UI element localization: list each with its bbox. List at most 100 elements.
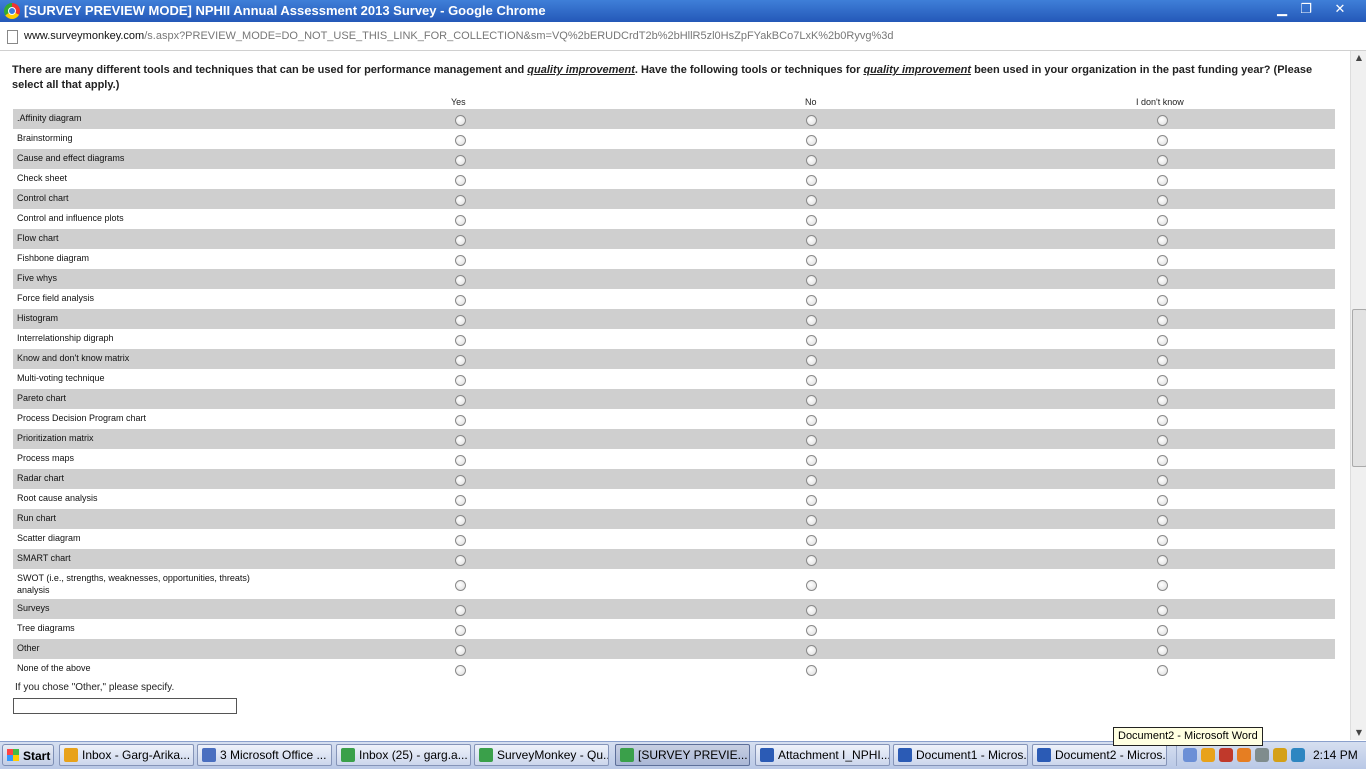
radio-no[interactable] bbox=[806, 435, 817, 446]
radio-no[interactable] bbox=[806, 605, 817, 616]
address-bar[interactable]: www.surveymonkey.com/s.aspx?PREVIEW_MODE… bbox=[0, 22, 1366, 51]
taskbar-item[interactable]: 3 Microsoft Office ... bbox=[197, 744, 332, 766]
radio-no[interactable] bbox=[806, 355, 817, 366]
security-shield-icon[interactable] bbox=[1219, 748, 1233, 762]
radio-dont-know[interactable] bbox=[1157, 580, 1168, 591]
radio-no[interactable] bbox=[806, 315, 817, 326]
maximize-button[interactable]: ❐ bbox=[1294, 1, 1318, 19]
start-button[interactable]: Start bbox=[2, 744, 54, 766]
radio-dont-know[interactable] bbox=[1157, 625, 1168, 636]
settings-gear-icon[interactable] bbox=[1273, 748, 1287, 762]
minimize-button[interactable]: ▁ bbox=[1270, 1, 1294, 19]
radio-dont-know[interactable] bbox=[1157, 235, 1168, 246]
radio-yes[interactable] bbox=[455, 295, 466, 306]
radio-no[interactable] bbox=[806, 665, 817, 676]
radio-no[interactable] bbox=[806, 475, 817, 486]
radio-dont-know[interactable] bbox=[1157, 475, 1168, 486]
radio-no[interactable] bbox=[806, 175, 817, 186]
radio-dont-know[interactable] bbox=[1157, 175, 1168, 186]
radio-no[interactable] bbox=[806, 555, 817, 566]
messenger-icon[interactable] bbox=[1237, 748, 1251, 762]
radio-yes[interactable] bbox=[455, 475, 466, 486]
taskbar-item[interactable]: Document2 - Micros... bbox=[1032, 744, 1167, 766]
radio-dont-know[interactable] bbox=[1157, 375, 1168, 386]
radio-dont-know[interactable] bbox=[1157, 515, 1168, 526]
radio-no[interactable] bbox=[806, 215, 817, 226]
radio-no[interactable] bbox=[806, 495, 817, 506]
scroll-thumb[interactable] bbox=[1352, 309, 1366, 467]
radio-yes[interactable] bbox=[455, 605, 466, 616]
radio-yes[interactable] bbox=[455, 115, 466, 126]
radio-dont-know[interactable] bbox=[1157, 135, 1168, 146]
radio-yes[interactable] bbox=[455, 355, 466, 366]
radio-yes[interactable] bbox=[455, 435, 466, 446]
radio-dont-know[interactable] bbox=[1157, 155, 1168, 166]
radio-yes[interactable] bbox=[455, 195, 466, 206]
url-text[interactable]: www.surveymonkey.com/s.aspx?PREVIEW_MODE… bbox=[24, 30, 894, 42]
radio-no[interactable] bbox=[806, 535, 817, 546]
radio-dont-know[interactable] bbox=[1157, 395, 1168, 406]
radio-yes[interactable] bbox=[455, 135, 466, 146]
radio-yes[interactable] bbox=[455, 580, 466, 591]
radio-yes[interactable] bbox=[455, 155, 466, 166]
network-icon[interactable] bbox=[1183, 748, 1197, 762]
radio-dont-know[interactable] bbox=[1157, 215, 1168, 226]
radio-no[interactable] bbox=[806, 275, 817, 286]
radio-no[interactable] bbox=[806, 335, 817, 346]
radio-yes[interactable] bbox=[455, 625, 466, 636]
radio-yes[interactable] bbox=[455, 235, 466, 246]
radio-no[interactable] bbox=[806, 235, 817, 246]
outlook-tray-icon[interactable] bbox=[1201, 748, 1215, 762]
radio-yes[interactable] bbox=[455, 375, 466, 386]
radio-no[interactable] bbox=[806, 415, 817, 426]
radio-dont-know[interactable] bbox=[1157, 115, 1168, 126]
radio-no[interactable] bbox=[806, 645, 817, 656]
radio-yes[interactable] bbox=[455, 665, 466, 676]
vertical-scrollbar[interactable]: ▲ ▼ bbox=[1350, 51, 1366, 740]
radio-yes[interactable] bbox=[455, 255, 466, 266]
radio-no[interactable] bbox=[806, 135, 817, 146]
taskbar-item[interactable]: Document1 - Micros... bbox=[893, 744, 1028, 766]
radio-yes[interactable] bbox=[455, 415, 466, 426]
radio-dont-know[interactable] bbox=[1157, 605, 1168, 616]
display-icon[interactable] bbox=[1291, 748, 1305, 762]
taskbar-item[interactable]: Attachment I_NPHI... bbox=[755, 744, 890, 766]
radio-yes[interactable] bbox=[455, 175, 466, 186]
radio-no[interactable] bbox=[806, 395, 817, 406]
radio-no[interactable] bbox=[806, 375, 817, 386]
volume-icon[interactable] bbox=[1255, 748, 1269, 762]
radio-dont-know[interactable] bbox=[1157, 645, 1168, 656]
radio-yes[interactable] bbox=[455, 645, 466, 656]
taskbar-item[interactable]: Inbox - Garg-Arika... bbox=[59, 744, 194, 766]
radio-dont-know[interactable] bbox=[1157, 315, 1168, 326]
radio-dont-know[interactable] bbox=[1157, 665, 1168, 676]
radio-dont-know[interactable] bbox=[1157, 295, 1168, 306]
radio-yes[interactable] bbox=[455, 335, 466, 346]
close-button[interactable]: ✕ bbox=[1328, 1, 1352, 19]
radio-no[interactable] bbox=[806, 515, 817, 526]
radio-yes[interactable] bbox=[455, 215, 466, 226]
radio-yes[interactable] bbox=[455, 275, 466, 286]
radio-no[interactable] bbox=[806, 115, 817, 126]
radio-dont-know[interactable] bbox=[1157, 455, 1168, 466]
radio-yes[interactable] bbox=[455, 555, 466, 566]
radio-dont-know[interactable] bbox=[1157, 255, 1168, 266]
taskbar-item[interactable]: SurveyMonkey - Qu... bbox=[474, 744, 609, 766]
radio-no[interactable] bbox=[806, 155, 817, 166]
radio-dont-know[interactable] bbox=[1157, 195, 1168, 206]
taskbar-item[interactable]: [SURVEY PREVIE... bbox=[615, 744, 750, 766]
radio-dont-know[interactable] bbox=[1157, 555, 1168, 566]
radio-dont-know[interactable] bbox=[1157, 435, 1168, 446]
taskbar-item[interactable]: Inbox (25) - garg.a... bbox=[336, 744, 471, 766]
radio-dont-know[interactable] bbox=[1157, 535, 1168, 546]
radio-no[interactable] bbox=[806, 195, 817, 206]
radio-no[interactable] bbox=[806, 295, 817, 306]
radio-dont-know[interactable] bbox=[1157, 335, 1168, 346]
other-specify-input[interactable] bbox=[13, 698, 237, 714]
radio-no[interactable] bbox=[806, 255, 817, 266]
radio-dont-know[interactable] bbox=[1157, 495, 1168, 506]
radio-yes[interactable] bbox=[455, 315, 466, 326]
radio-no[interactable] bbox=[806, 625, 817, 636]
radio-dont-know[interactable] bbox=[1157, 415, 1168, 426]
radio-yes[interactable] bbox=[455, 535, 466, 546]
